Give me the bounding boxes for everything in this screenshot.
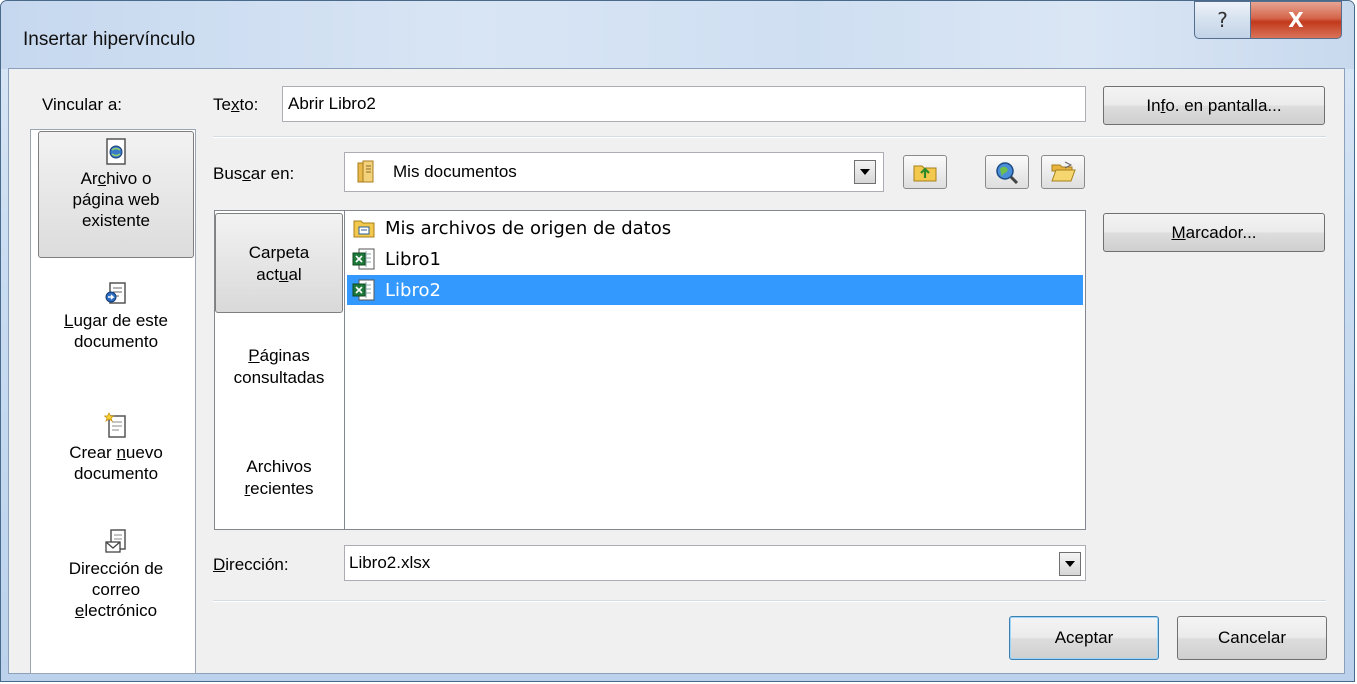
chevron-down-icon [860, 169, 870, 175]
nav-new-line1-rest: uevo [125, 443, 163, 462]
nav-email-address[interactable]: Dirección de correo electrónico [38, 528, 194, 656]
new-document-icon [104, 412, 126, 438]
up-one-folder-button[interactable] [903, 155, 947, 189]
nav-email-line2: correo [91, 580, 141, 599]
folder-up-icon [913, 165, 937, 182]
cancel-button[interactable]: Cancelar [1177, 616, 1327, 660]
nav-new-line2: documento [73, 464, 159, 483]
look-in-dropdown-arrow[interactable] [854, 160, 876, 184]
email-icon [105, 529, 126, 553]
excel-file-icon [351, 247, 377, 271]
nav-create-new-document[interactable]: Crear nuevo documento [38, 412, 194, 512]
title-bar[interactable]: Insertar hipervínculo ? X [1, 1, 1354, 69]
nav-existing-line2: página web [72, 190, 160, 209]
screen-tip-button[interactable]: In f o. en pantalla... [1103, 86, 1325, 125]
place-in-document-icon [105, 282, 126, 304]
list-item[interactable]: Mis archivos de origen de datos [347, 213, 1083, 243]
nav-existing-file-or-web-page[interactable]: Archivo o página web existente [38, 131, 194, 258]
nav-existing-line1-rest: hivo o [106, 169, 152, 188]
file-name: Mis archivos de origen de datos [385, 217, 672, 239]
nav-place-line2: documento [73, 332, 159, 351]
look-in-dropdown[interactable]: Mis documentos [344, 152, 884, 192]
nav-email-line3: lectrónico [84, 601, 158, 620]
nav-email-accesskey: e [74, 601, 85, 620]
nav-existing-line1: Ar [80, 169, 98, 188]
top-separator [213, 136, 1326, 138]
nav-email-line1: Dirección de [68, 559, 164, 578]
nav-existing-line3: existente [81, 211, 151, 230]
nav-new-line1: Crear [69, 443, 117, 462]
look-in-label: Buscar en: [213, 164, 295, 183]
open-folder-icon [1051, 161, 1076, 182]
browse-file-button[interactable] [1041, 155, 1085, 189]
text-to-display-label: Texto: [213, 95, 259, 114]
address-label: Dirección: [213, 555, 289, 574]
help-button[interactable]: ? [1194, 1, 1250, 39]
help-icon: ? [1217, 8, 1228, 32]
address-dropdown-arrow[interactable] [1059, 552, 1081, 576]
ok-button[interactable]: Aceptar [1009, 616, 1159, 660]
browse-web-button[interactable] [985, 155, 1029, 189]
chevron-down-icon [1065, 561, 1075, 567]
bookmark-button[interactable]: Marcador... [1103, 213, 1325, 252]
file-name: Libro1 [385, 248, 441, 270]
bottom-separator [213, 600, 1326, 602]
data-source-folder-icon [351, 216, 377, 240]
folder-icon [357, 160, 374, 183]
address-value: Libro2.xlsx [349, 553, 431, 572]
close-button[interactable]: X [1250, 1, 1342, 39]
tab-browsed-pages[interactable]: Páginas consultadas [215, 345, 343, 405]
dialog-title: Insertar hipervínculo [23, 29, 196, 50]
file-list[interactable]: Mis archivos de origen de datos Libro1 L… [344, 210, 1086, 530]
list-item-selected[interactable]: Libro2 [347, 275, 1083, 305]
nav-place-line1: ugar de este [73, 311, 168, 330]
close-icon: X [1288, 8, 1304, 32]
link-to-label: Vincular a: [42, 95, 123, 114]
text-to-display-input[interactable]: Abrir Libro2 [282, 86, 1086, 122]
look-in-value: Mis documentos [393, 162, 517, 181]
text-to-display-value: Abrir Libro2 [288, 94, 376, 113]
address-input[interactable]: Libro2.xlsx [344, 545, 1086, 581]
file-name: Libro2 [385, 279, 441, 301]
tab-current-folder[interactable]: Carpeta actual [215, 213, 343, 313]
web-page-file-icon [106, 138, 126, 165]
excel-file-icon [351, 278, 377, 302]
list-item[interactable]: Libro1 [347, 244, 1083, 274]
globe-search-icon [996, 162, 1019, 184]
nav-existing-accesskey: c [97, 169, 107, 188]
nav-new-accesskey: n [116, 443, 126, 462]
nav-place-in-document[interactable]: Lugar de este documento [38, 280, 194, 380]
tab-recent-files[interactable]: Archivos recientes [215, 456, 343, 516]
